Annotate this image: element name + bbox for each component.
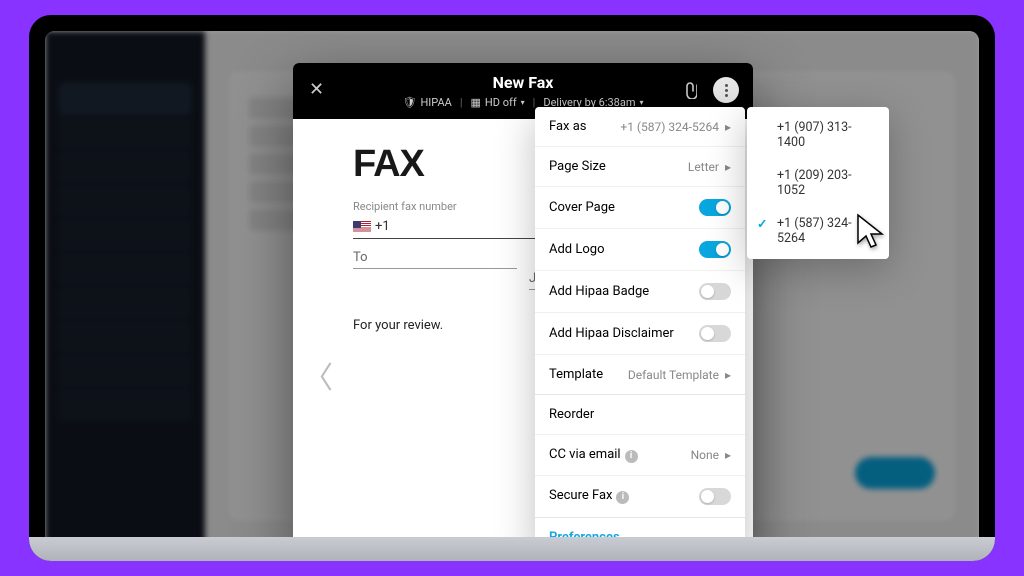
- chevron-down-icon: ▾: [640, 98, 644, 107]
- info-icon: i: [625, 450, 638, 463]
- hipaa-disclaimer-row[interactable]: Add Hipaa Disclaimer: [535, 312, 745, 354]
- cc-email-row[interactable]: CC via email i None ▸: [535, 434, 745, 475]
- hipaa-badge-toggle[interactable]: [699, 283, 731, 300]
- hipaa-disclaimer-toggle[interactable]: [699, 325, 731, 342]
- reorder-row[interactable]: Reorder: [535, 395, 745, 434]
- fax-number-option[interactable]: +1 (587) 324-5264: [747, 207, 889, 255]
- phone-prefix: +1: [375, 219, 390, 234]
- cover-page-row[interactable]: Cover Page: [535, 186, 745, 228]
- info-icon: i: [616, 491, 629, 504]
- secure-fax-toggle[interactable]: [699, 488, 731, 505]
- more-options-button[interactable]: [713, 77, 739, 103]
- cc-label: CC via email: [549, 447, 621, 462]
- template-value: Default Template: [628, 368, 719, 382]
- chevron-left-icon[interactable]: 〈: [303, 353, 333, 397]
- secure-fax-label: Secure Fax: [549, 488, 612, 503]
- chevron-right-icon: ▸: [725, 368, 731, 382]
- fax-as-value: +1 (587) 324-5264: [620, 120, 719, 134]
- hipaa-badge-row[interactable]: Add Hipaa Badge: [535, 270, 745, 312]
- hd-toggle[interactable]: HD off: [485, 96, 517, 109]
- fax-as-row[interactable]: Fax as +1 (587) 324-5264 ▸: [535, 107, 745, 146]
- fax-as-label: Fax as: [549, 119, 587, 134]
- flag-us-icon: [353, 221, 371, 233]
- page-size-value: Letter: [688, 160, 719, 174]
- shield-icon: 🛡: [402, 96, 416, 109]
- cover-page-label: Cover Page: [549, 200, 615, 215]
- hipaa-badge-label: Add Hipaa Badge: [549, 284, 649, 299]
- chevron-right-icon: ▸: [725, 448, 731, 462]
- fax-number-option[interactable]: +1 (209) 203-1052: [747, 159, 889, 207]
- fax-as-submenu: +1 (907) 313-1400 +1 (209) 203-1052 +1 (…: [747, 107, 889, 259]
- add-logo-toggle[interactable]: [699, 241, 731, 258]
- hd-icon: ▦: [471, 96, 481, 109]
- hipaa-badge: HIPAA: [420, 96, 451, 109]
- to-input[interactable]: To: [353, 247, 517, 269]
- attachment-icon[interactable]: [677, 77, 703, 103]
- hipaa-disclaimer-label: Add Hipaa Disclaimer: [549, 326, 674, 341]
- chevron-right-icon: ▸: [725, 120, 731, 134]
- template-row[interactable]: Template Default Template ▸: [535, 354, 745, 394]
- chevron-right-icon: ▸: [725, 160, 731, 174]
- fax-number-option[interactable]: +1 (907) 313-1400: [747, 111, 889, 159]
- page-size-row[interactable]: Page Size Letter ▸: [535, 146, 745, 186]
- chevron-down-icon: ▾: [521, 98, 525, 107]
- options-dropdown: Fax as +1 (587) 324-5264 ▸ Page Size Lett…: [535, 107, 745, 557]
- cover-page-toggle[interactable]: [699, 199, 731, 216]
- close-icon[interactable]: ✕: [309, 79, 324, 100]
- cc-value: None: [691, 448, 719, 462]
- secure-fax-row[interactable]: Secure Fax i: [535, 475, 745, 517]
- template-label: Template: [549, 367, 603, 382]
- modal-title: New Fax: [311, 73, 735, 92]
- add-logo-row[interactable]: Add Logo: [535, 228, 745, 270]
- add-logo-label: Add Logo: [549, 242, 605, 257]
- page-size-label: Page Size: [549, 159, 606, 174]
- reorder-label: Reorder: [549, 407, 594, 422]
